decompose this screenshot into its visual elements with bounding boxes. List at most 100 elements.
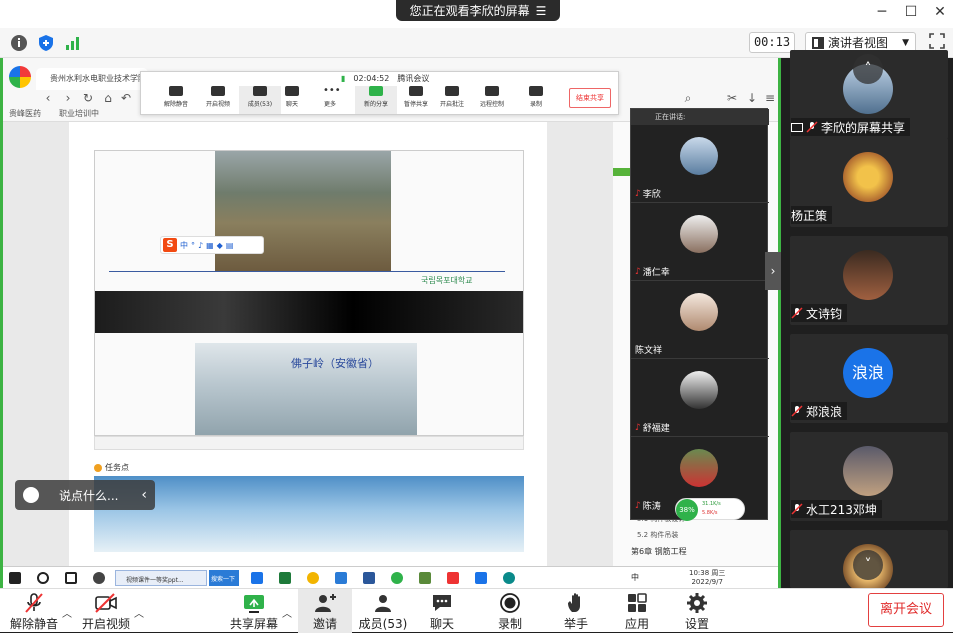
task-view-icon[interactable] <box>65 572 77 584</box>
share-screen-button[interactable]: 共享屏幕 <box>228 589 280 633</box>
participant-tile[interactable]: 浪浪 郑浪浪 <box>790 334 948 423</box>
fullscreen-icon[interactable] <box>928 32 946 52</box>
taskbar-search-icon[interactable] <box>37 572 49 584</box>
settings-button[interactable]: 设置 <box>676 589 718 633</box>
ime-grid-icon[interactable]: ▤ <box>226 241 234 250</box>
wps-icon[interactable] <box>447 572 459 584</box>
record-icon <box>529 86 543 96</box>
folder-icon[interactable] <box>419 572 431 584</box>
browser-search-icon[interactable]: ⌕ <box>681 91 695 105</box>
browser-menu-icon[interactable]: ≡ <box>763 91 777 105</box>
scissors-icon[interactable]: ✂ <box>725 91 739 105</box>
word-icon[interactable] <box>363 572 375 584</box>
participant-tile[interactable]: 文诗钧 <box>790 236 948 325</box>
strip-tile[interactable]: ♪ 李欣 <box>631 125 769 203</box>
members-icon <box>253 86 267 96</box>
mic-off-icon: ♪ <box>635 422 641 433</box>
embedded-pause-label: 暂停共享 <box>403 101 428 108</box>
strip-name-row: 陈文祥 <box>635 343 662 356</box>
audio-options-chevron-icon[interactable]: ︿ <box>62 605 72 620</box>
bookmark-item[interactable]: 职业培训中 <box>59 108 99 119</box>
strip-collapse-chevron-icon[interactable]: › <box>765 252 781 290</box>
signal-strength-icon[interactable] <box>64 34 82 52</box>
task-point-text: 任务点 <box>105 463 129 472</box>
lesson-chapter[interactable]: 第6章 钢筋工程 <box>631 546 778 557</box>
bookmark-item[interactable]: 贵峰医药 <box>9 108 41 119</box>
lesson-item[interactable]: 5.2 构件吊装 <box>637 530 778 540</box>
forward-icon[interactable]: › <box>61 91 75 105</box>
undo-icon[interactable]: ↶ <box>119 91 133 105</box>
ime-skin-icon[interactable]: ◆ <box>217 241 223 250</box>
participant-tile[interactable]: ˅ <box>790 530 948 594</box>
excel-icon[interactable] <box>279 572 291 584</box>
ime-punct-icon[interactable]: ° <box>191 241 195 250</box>
embedded-new-share-button[interactable]: 新的分享 <box>355 86 397 114</box>
ime-toolbar[interactable]: S 中 ° ♪ ▦ ◆ ▤ <box>160 236 264 254</box>
apps-button[interactable]: 应用 <box>616 589 658 633</box>
taskbar-task-ppt[interactable]: 视频课件一等奖ppt... <box>115 570 207 586</box>
home-icon[interactable]: ⌂ <box>101 91 115 105</box>
shared-screen[interactable]: 贵州水利水电职业技术学院 ‹ › ↻ ⌂ ↶ ⌕ ✂ ↓ ≡ 贵峰医药 职业培训… <box>0 58 781 588</box>
teal-app-icon[interactable] <box>503 572 515 584</box>
participant-tile[interactable]: 水工213邓坤 <box>790 432 948 521</box>
raise-hand-button[interactable]: 举手 <box>554 589 598 633</box>
minimize-icon[interactable]: ─ <box>872 3 892 21</box>
edge-icon[interactable] <box>251 572 263 584</box>
taskbar-task-search[interactable]: 搜索一下 <box>209 570 239 586</box>
participant-tile[interactable]: ˄ 李欣的屏幕共享 <box>790 50 948 139</box>
embedded-video-button[interactable]: 开启视频 <box>197 86 239 114</box>
strip-tile[interactable]: ♪ 潘仁幸 <box>631 203 769 281</box>
maximize-icon[interactable]: ☐ <box>901 3 921 21</box>
embedded-record-button[interactable]: 录制 <box>515 86 557 114</box>
embedded-remote-control-button[interactable]: 远程控制 <box>471 86 513 114</box>
collapse-chevron-icon[interactable]: ‹ <box>141 487 147 503</box>
download-icon[interactable]: ↓ <box>745 91 759 105</box>
embedded-annotate-button[interactable]: 开启批注 <box>431 86 473 114</box>
chrome-icon[interactable] <box>307 572 319 584</box>
back-icon[interactable]: ‹ <box>41 91 55 105</box>
banner-menu-icon[interactable]: ☰ <box>536 4 547 18</box>
green-app-icon[interactable] <box>391 572 403 584</box>
security-shield-icon[interactable] <box>37 34 55 52</box>
end-share-button[interactable]: 结束共享 <box>569 88 611 108</box>
lesson-video-preview[interactable] <box>94 476 524 552</box>
photos-icon[interactable] <box>475 572 487 584</box>
start-video-button[interactable]: 开启视频 <box>80 589 132 633</box>
refresh-icon[interactable]: ↻ <box>81 91 95 105</box>
embedded-unmute-button[interactable]: 解除静音 <box>155 86 197 114</box>
share-options-chevron-icon[interactable]: ︿ <box>282 605 292 620</box>
network-monitor-widget[interactable]: 38% 31.1K/s 5.8K/s <box>675 498 745 521</box>
comment-input[interactable]: 说点什么... ‹ <box>15 480 155 510</box>
strip-speaking-header: 正在讲话: <box>631 109 769 125</box>
members-button[interactable]: 成员(53) <box>358 589 408 633</box>
ie-icon[interactable] <box>335 572 347 584</box>
scroll-up-chevron-icon[interactable]: ˄ <box>853 54 883 84</box>
participant-tile[interactable]: 杨正策 <box>790 138 948 227</box>
members-label: 成员(53) <box>358 617 408 631</box>
record-button[interactable]: 录制 <box>488 589 532 633</box>
taskbar-ime[interactable]: 中 <box>631 572 639 583</box>
browser-tab[interactable]: 贵州水利水电职业技术学院 <box>36 68 148 90</box>
embedded-chat-button[interactable]: 聊天 <box>271 86 313 114</box>
video-options-chevron-icon[interactable]: ︿ <box>134 605 144 620</box>
close-icon[interactable]: ✕ <box>930 3 950 21</box>
strip-tile[interactable]: ♪ 舒福建 <box>631 359 769 437</box>
info-icon[interactable] <box>10 34 28 52</box>
ppt-slide-preview[interactable]: 국립목포대학교 佛子岭（安徽省） <box>94 150 524 436</box>
ime-mic-icon[interactable]: ♪ <box>198 241 203 250</box>
emoji-icon[interactable] <box>23 487 39 503</box>
chat-button[interactable]: 聊天 <box>420 589 464 633</box>
gear-icon <box>687 593 707 613</box>
bookmarks-bar: 贵峰医药 职业培训中 <box>9 108 99 119</box>
leave-meeting-button[interactable]: 离开会议 <box>868 593 944 627</box>
invite-button[interactable]: 邀请 <box>298 589 352 633</box>
fan-app-icon[interactable] <box>93 572 105 584</box>
embedded-app-name: 腾讯会议 <box>397 74 430 83</box>
strip-tile[interactable]: 陈文祥 <box>631 281 769 359</box>
embedded-video-label: 开启视频 <box>205 101 230 108</box>
scroll-down-chevron-icon[interactable]: ˅ <box>853 550 883 580</box>
embedded-more-button[interactable]: ••• 更多 <box>309 86 351 114</box>
ime-keyboard-icon[interactable]: ▦ <box>206 241 214 250</box>
unmute-button[interactable]: 解除静音 <box>8 589 60 633</box>
windows-start-icon[interactable] <box>9 572 21 584</box>
